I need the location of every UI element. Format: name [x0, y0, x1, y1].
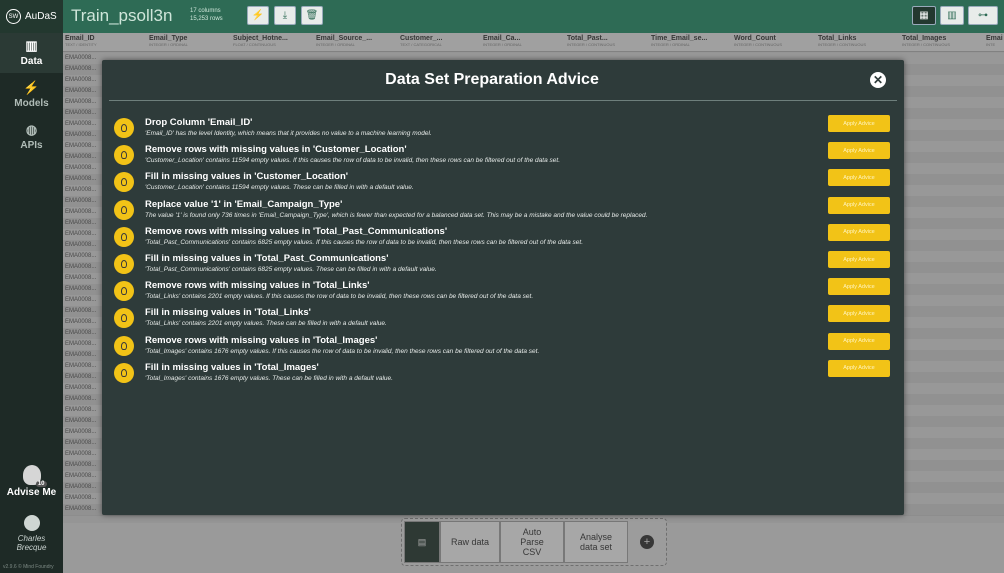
lightbulb-icon [114, 308, 134, 329]
modal-divider [109, 100, 897, 101]
advice-item: Drop Column 'Email_ID' 'Email_ID' has the… [114, 115, 894, 144]
app-name: AuDaS [25, 11, 57, 22]
lightbulb-icon: 10 [22, 465, 47, 487]
lightbulb-icon [114, 118, 134, 138]
advice-description: 'Customer_Location' contains 11594 empty… [145, 184, 414, 192]
apply-advice-button[interactable]: Apply Advice [828, 305, 890, 323]
lightbulb-icon [114, 145, 134, 166]
advice-modal: Data Set Preparation Advice ✕ Drop Colum… [102, 60, 904, 515]
app-logo-icon: SW [6, 9, 21, 24]
apply-advice-button[interactable]: Apply Advice [828, 115, 890, 132]
download-icon: ⤓ [282, 10, 288, 21]
close-icon[interactable]: ✕ [870, 72, 886, 88]
advice-title: Fill in missing values in 'Customer_Loca… [145, 171, 349, 183]
advice-description: The value '1' is found only 736 times in… [145, 211, 648, 219]
advice-item: Fill in missing values in 'Total_Images'… [114, 359, 894, 389]
lightbulb-icon [114, 226, 134, 247]
user-last-name: Brecque [16, 543, 47, 552]
lightbulb-icon [114, 362, 134, 383]
advice-item: Replace value '1' in 'Email_Campaign_Typ… [114, 196, 894, 226]
column-count: 17 columns [190, 8, 221, 14]
lightbulb-icon [114, 281, 134, 302]
advice-item: Remove rows with missing values in 'Cust… [114, 142, 894, 171]
delete-button[interactable]: 🗑 [301, 6, 323, 25]
lightbulb-icon [114, 199, 134, 220]
advice-title: Remove rows with missing values in 'Cust… [145, 144, 407, 156]
advice-description: 'Total_Past_Communications' contains 682… [145, 238, 583, 246]
advice-count-badge: 10 [35, 481, 47, 487]
user-first-name: Charles [17, 534, 46, 543]
version-label: v2.9.6 © Mind Foundry [3, 564, 54, 570]
advice-description: 'Total_Past_Communications' contains 682… [145, 266, 437, 273]
user-profile[interactable]: Charles Brecque [0, 515, 63, 552]
advice-description: 'Customer_Location' contains 11594 empty… [145, 157, 560, 165]
lightbulb-icon [114, 254, 134, 274]
apply-advice-button[interactable]: Apply Advice [828, 359, 890, 377]
sidebar-item-models[interactable]: ⚡ Models [0, 75, 63, 115]
sidebar-item-data[interactable]: ▥ Data [0, 33, 63, 73]
advice-item: Fill in missing values in 'Total_Links' '… [114, 305, 894, 334]
advise-me-button[interactable]: 10 Advise Me [0, 463, 63, 509]
advice-description: 'Total_Links' contains 2201 empty values… [145, 293, 534, 301]
sidebar-item-label: Data [20, 56, 43, 67]
apply-advice-button[interactable]: Apply Advice [828, 169, 890, 187]
trash-icon: 🗑 [305, 10, 319, 21]
advice-title: Replace value '1' in 'Email_Campaign_Typ… [145, 198, 343, 210]
advice-title: Fill in missing values in 'Total_Images' [145, 361, 319, 373]
download-button[interactable]: ⤓ [274, 6, 296, 25]
top-bar: SW AuDaS Train_psoll3n 17 columns 15,253… [0, 0, 1004, 33]
sidebar-item-apis[interactable]: ◍ APIs [0, 117, 63, 157]
advice-title: Drop Column 'Email_ID' [145, 117, 253, 128]
row-count: 15,253 rows [190, 16, 223, 22]
modal-title: Data Set Preparation Advice [385, 71, 599, 88]
advice-item: Fill in missing values in 'Total_Past_Co… [114, 251, 894, 280]
advice-item: Remove rows with missing values in 'Tota… [114, 332, 894, 362]
chart-icon: ▥ [947, 10, 957, 21]
dataset-title[interactable]: Train_psoll3n [71, 6, 172, 26]
apply-advice-button[interactable]: Apply Advice [828, 196, 890, 214]
lightbulb-icon [114, 172, 134, 193]
dataset-meta: 17 columns 15,253 rows [190, 7, 223, 23]
auto-prepare-button[interactable]: ⚡ [247, 6, 269, 25]
advice-item: Remove rows with missing values in 'Tota… [114, 223, 894, 253]
sidebar-item-label: APIs [20, 140, 43, 151]
hierarchy-icon: ⊶ [978, 10, 988, 21]
advice-title: Remove rows with missing values in 'Tota… [145, 225, 448, 237]
apply-advice-button[interactable]: Apply Advice [828, 142, 890, 160]
apply-advice-button[interactable]: Apply Advice [828, 223, 890, 241]
grid-view-button[interactable]: ▦ [912, 6, 936, 25]
advise-me-label: Advise Me [6, 487, 57, 498]
advice-description: 'Total_Images' contains 1676 empty value… [145, 347, 540, 355]
advice-item: Remove rows with missing values in 'Tota… [114, 278, 894, 307]
advice-title: Fill in missing values in 'Total_Past_Co… [145, 253, 389, 264]
avatar-icon [23, 515, 40, 531]
advice-description: 'Total_Links' contains 2201 empty values… [145, 320, 387, 328]
advice-description: 'Email_ID' has the level Identity, which… [145, 130, 432, 137]
apply-advice-button[interactable]: Apply Advice [828, 251, 890, 268]
lightbulb-icon [114, 335, 134, 356]
sidebar-item-label: Models [14, 98, 49, 109]
lightning-icon: ⚡ [23, 80, 40, 95]
lightning-icon: ⚡ [251, 10, 265, 21]
grid-icon: ▦ [919, 10, 929, 21]
advice-title: Fill in missing values in 'Total_Links' [145, 307, 311, 319]
app-brand[interactable]: SW AuDaS [0, 0, 63, 33]
globe-icon: ◍ [25, 122, 38, 137]
advice-title: Remove rows with missing values in 'Tota… [145, 280, 370, 292]
apply-advice-button[interactable]: Apply Advice [828, 332, 890, 350]
apply-advice-button[interactable]: Apply Advice [828, 278, 890, 296]
chart-view-button[interactable]: ▥ [940, 6, 964, 25]
sidebar: ▥ Data ⚡ Models ◍ APIs 10 Advise Me Char… [0, 33, 63, 573]
bar-chart-icon: ▥ [25, 38, 38, 53]
hierarchy-view-button[interactable]: ⊶ [968, 6, 998, 25]
advice-title: Remove rows with missing values in 'Tota… [145, 334, 378, 346]
advice-description: 'Total_Images' contains 1676 empty value… [145, 374, 393, 382]
advice-item: Fill in missing values in 'Customer_Loca… [114, 169, 894, 198]
